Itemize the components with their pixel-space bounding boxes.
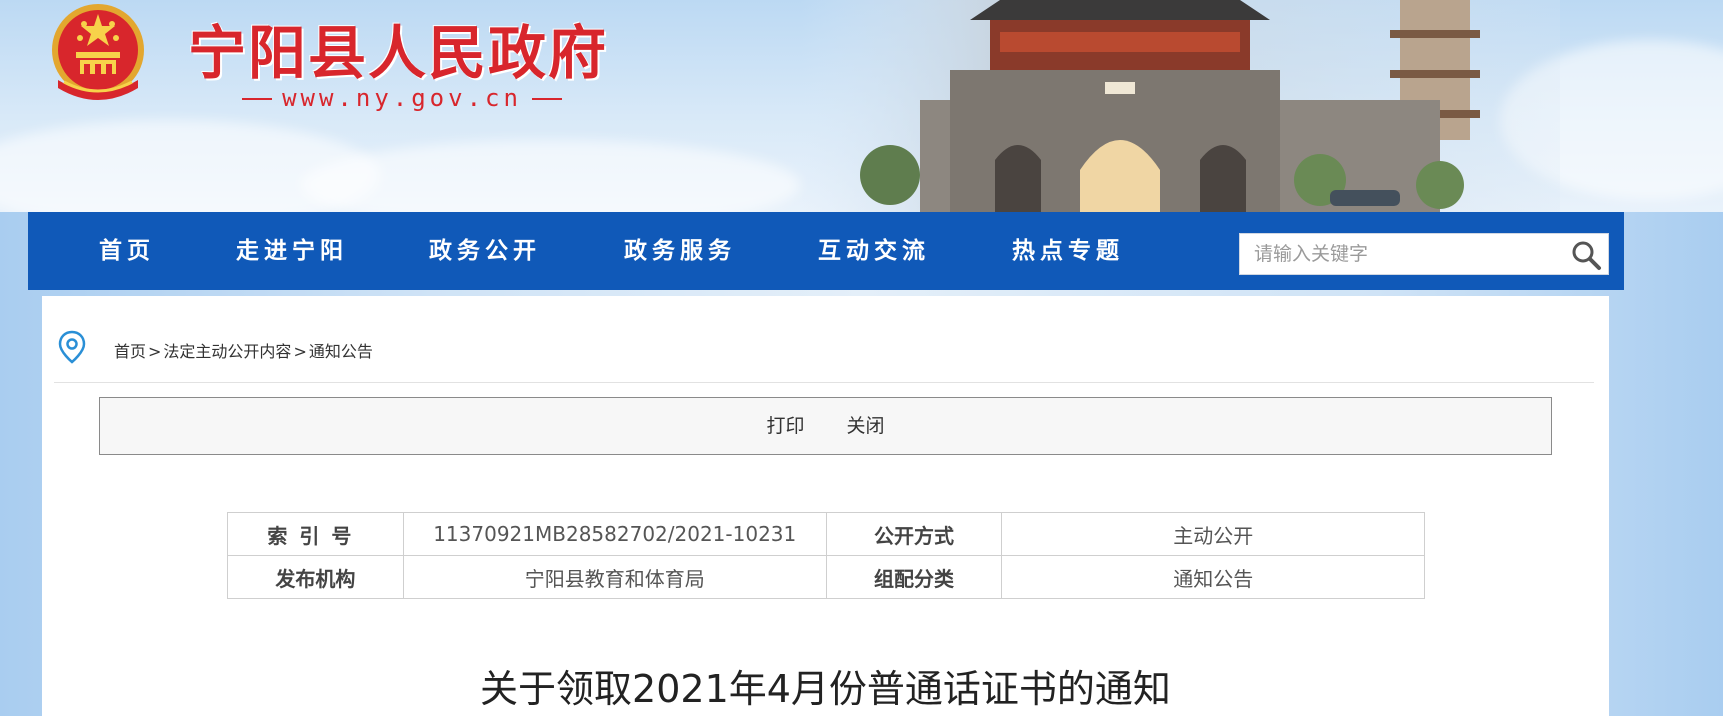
index-number-label: 索引号 [227, 512, 404, 556]
nav-item-hot-topics[interactable]: 热点专题 [1012, 212, 1124, 290]
breadcrumb-notices[interactable]: 通知公告 [309, 342, 373, 361]
breadcrumb-separator: > [148, 342, 162, 361]
category-label: 组配分类 [825, 555, 1003, 599]
breadcrumb: 首页 > 法定主动公开内容 > 通知公告 [58, 330, 1588, 370]
table-row: 索引号 11370921MB28582702/2021-10231 公开方式 主… [227, 512, 1425, 556]
city-gate-illustration [800, 0, 1560, 212]
close-button[interactable]: 关闭 [847, 415, 885, 437]
publisher-value: 宁阳县教育和体育局 [402, 555, 827, 599]
article-title: 关于领取2021年4月份普通话证书的通知 [480, 667, 1171, 711]
header-banner: 宁阳县人民政府 www.ny.gov.cn [0, 0, 1723, 212]
nav-item-government-services[interactable]: 政务服务 [624, 212, 736, 290]
breadcrumb-trail: 首页 > 法定主动公开内容 > 通知公告 [114, 338, 373, 362]
publisher-label: 发布机构 [227, 555, 404, 599]
search-input[interactable] [1240, 234, 1560, 274]
article-toolbar: 打印 关闭 [99, 397, 1552, 455]
nav-item-interaction[interactable]: 互动交流 [818, 212, 930, 290]
category-value: 通知公告 [1001, 555, 1425, 599]
print-button[interactable]: 打印 [766, 415, 804, 437]
breadcrumb-statutory-content[interactable]: 法定主动公开内容 [163, 342, 291, 361]
nav-item-home[interactable]: 首页 [99, 212, 155, 290]
site-url: www.ny.gov.cn [232, 84, 572, 112]
open-mode-value: 主动公开 [1001, 512, 1425, 556]
breadcrumb-home[interactable]: 首页 [114, 342, 146, 361]
site-url-text: www.ny.gov.cn [282, 84, 522, 112]
main-nav: 首页 走进宁阳 政务公开 政务服务 互动交流 热点专题 [28, 212, 1624, 290]
site-title[interactable]: 宁阳县人民政府 [188, 6, 608, 90]
open-mode-label: 公开方式 [825, 512, 1003, 556]
search-box [1239, 233, 1609, 275]
divider [54, 382, 1594, 383]
nav-item-about-ningyang[interactable]: 走进宁阳 [236, 212, 348, 290]
breadcrumb-separator: > [293, 342, 307, 361]
search-icon[interactable] [1570, 239, 1602, 271]
index-number-value: 11370921MB28582702/2021-10231 [402, 512, 827, 556]
national-emblem-icon [52, 4, 144, 100]
content-panel: 首页 > 法定主动公开内容 > 通知公告 打印 关闭 索引号 11370921MB285… [42, 296, 1609, 716]
nav-item-government-affairs-open[interactable]: 政务公开 [429, 212, 541, 290]
cloud-decoration [300, 140, 800, 212]
location-pin-icon [58, 330, 86, 364]
metadata-table: 索引号 11370921MB28582702/2021-10231 公开方式 主… [227, 512, 1425, 599]
table-row: 发布机构 宁阳县教育和体育局 组配分类 通知公告 [227, 555, 1425, 599]
